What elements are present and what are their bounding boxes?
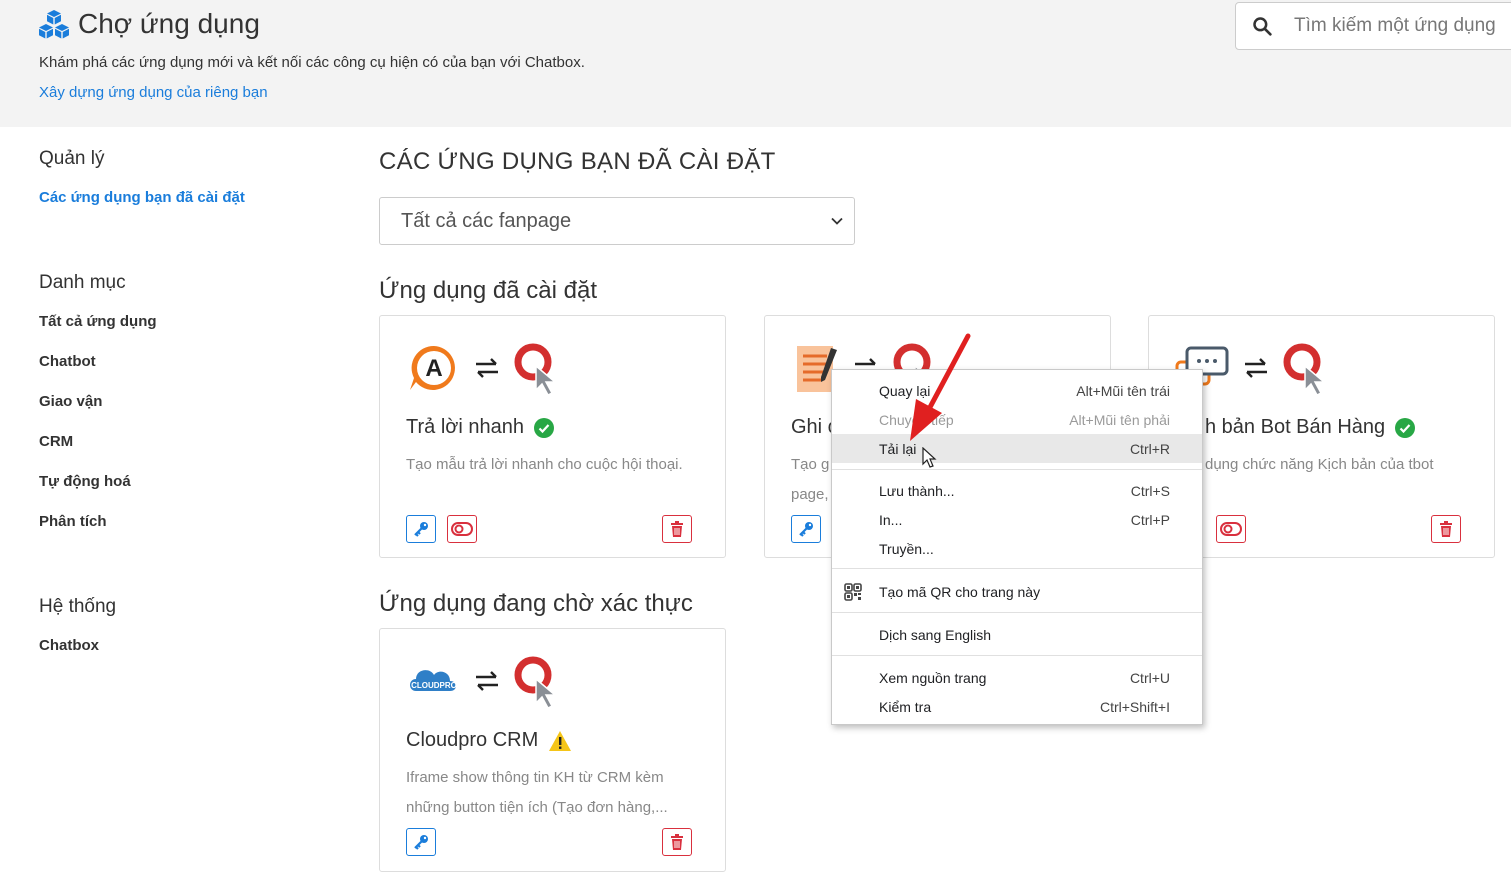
menu-item-translate[interactable]: Dịch sang English xyxy=(832,620,1202,649)
search-input[interactable] xyxy=(1294,15,1511,37)
sidebar-item-installed-apps[interactable]: Các ứng dụng bạn đã cài đặt xyxy=(39,189,245,206)
toggle-button[interactable] xyxy=(1216,515,1246,543)
search-icon xyxy=(1253,17,1272,36)
warning-icon xyxy=(549,730,572,751)
sidebar-heading-manage: Quản lý xyxy=(39,148,105,169)
check-circle-icon xyxy=(534,417,554,438)
app-description: dụng chức năng Kịch bản của tbot xyxy=(1205,456,1434,473)
menu-separator xyxy=(832,469,1202,470)
menu-item-qr-code[interactable]: Tạo mã QR cho trang này xyxy=(832,577,1202,606)
page-subtitle: Khám phá các ứng dụng mới và kết nối các… xyxy=(39,54,585,71)
check-circle-icon xyxy=(1395,417,1416,438)
sidebar-item-chatbox[interactable]: Chatbox xyxy=(39,637,99,654)
mouse-cursor-icon xyxy=(922,447,937,468)
menu-item-reload[interactable]: Tải lại Ctrl+R xyxy=(832,434,1202,463)
trash-icon xyxy=(671,834,683,850)
toggle-icon xyxy=(1220,522,1242,536)
toggle-icon xyxy=(451,522,473,536)
installed-apps-heading: Ứng dụng đã cài đặt xyxy=(379,277,597,304)
trash-icon xyxy=(671,521,683,537)
key-icon xyxy=(799,522,813,537)
fanpage-select[interactable]: Tất cả các fanpage xyxy=(379,197,855,245)
sidebar-item-crm[interactable]: CRM xyxy=(39,433,73,450)
app-name: Trả lời nhanh xyxy=(406,416,524,438)
browser-context-menu: Quay lại Alt+Mũi tên trái Chuyển tiếp Al… xyxy=(831,369,1203,725)
api-key-button[interactable] xyxy=(406,828,436,856)
app-description-line-2: những button tiện ích (Tạo đơn hàng,... xyxy=(406,799,668,816)
cubes-icon xyxy=(39,10,69,39)
app-description: Tạo mẫu trả lời nhanh cho cuộc hội thoại… xyxy=(406,456,683,473)
app-card[interactable]: A Trả lời nhanh Tạo mẫu trả lời nhanh ch… xyxy=(379,315,726,558)
key-icon xyxy=(414,835,428,850)
quick-reply-icon: A xyxy=(410,345,455,390)
chatbox-logo-icon xyxy=(514,656,558,709)
sidebar-item-automation[interactable]: Tự động hoá xyxy=(39,473,131,490)
sidebar-item-shipping[interactable]: Giao vận xyxy=(39,393,102,410)
menu-item-view-source[interactable]: Xem nguồn trang Ctrl+U xyxy=(832,663,1202,692)
menu-item-cast[interactable]: Truyền... xyxy=(832,534,1202,563)
api-key-button[interactable] xyxy=(791,515,821,543)
delete-button[interactable] xyxy=(662,515,692,543)
api-key-button[interactable] xyxy=(406,515,436,543)
app-search-box[interactable] xyxy=(1235,2,1511,50)
app-description-line-1: Iframe show thông tin KH từ CRM kèm xyxy=(406,769,664,786)
swap-arrows-icon xyxy=(476,671,498,691)
page-title: Chợ ứng dụng xyxy=(78,8,260,39)
swap-arrows-icon xyxy=(1245,358,1267,378)
app-name: Cloudpro CRM xyxy=(406,729,539,751)
delete-button[interactable] xyxy=(662,828,692,856)
chevron-down-icon xyxy=(831,217,843,225)
sidebar-heading-categories: Danh mục xyxy=(39,272,126,293)
sidebar-item-analytics[interactable]: Phân tích xyxy=(39,513,107,530)
menu-item-print[interactable]: In... Ctrl+P xyxy=(832,505,1202,534)
fanpage-select-value: Tất cả các fanpage xyxy=(401,209,572,232)
delete-button[interactable] xyxy=(1431,515,1461,543)
menu-separator xyxy=(832,655,1202,656)
swap-arrows-icon xyxy=(476,358,498,378)
sidebar-item-chatbot[interactable]: Chatbot xyxy=(39,353,96,370)
menu-item-forward[interactable]: Chuyển tiếp Alt+Mũi tên phải xyxy=(832,405,1202,434)
section-title: CÁC ỨNG DỤNG BẠN ĐÃ CÀI ĐẶT xyxy=(379,148,776,175)
app-name: h bản Bot Bán Hàng xyxy=(1205,416,1386,438)
sidebar-item-all-apps[interactable]: Tất cả ứng dụng xyxy=(39,313,157,330)
annotation-arrow-icon xyxy=(910,333,971,441)
chatbox-logo-icon xyxy=(1283,343,1327,396)
menu-item-inspect[interactable]: Kiểm tra Ctrl+Shift+I xyxy=(832,692,1202,721)
build-own-app-link[interactable]: Xây dựng ứng dụng của riêng bạn xyxy=(39,84,268,101)
app-card[interactable]: CLOUDPRO Cloudpro CRM Iframe show thông … xyxy=(379,628,726,872)
trash-icon xyxy=(1440,521,1452,537)
svg-text:CLOUDPRO: CLOUDPRO xyxy=(411,681,457,690)
chatbox-logo-icon xyxy=(514,343,558,396)
page-header: Chợ ứng dụng Khám phá các ứng dụng mới v… xyxy=(0,0,1511,127)
svg-text:A: A xyxy=(425,355,442,382)
menu-item-save-as[interactable]: Lưu thành... Ctrl+S xyxy=(832,476,1202,505)
menu-separator xyxy=(832,568,1202,569)
menu-separator xyxy=(832,612,1202,613)
brand: Chợ ứng dụng xyxy=(38,8,260,40)
key-icon xyxy=(414,522,428,537)
toggle-button[interactable] xyxy=(447,515,477,543)
sidebar-heading-system: Hệ thống xyxy=(39,596,117,617)
qr-code-icon xyxy=(844,583,862,601)
pending-apps-heading: Ứng dụng đang chờ xác thực xyxy=(379,590,693,617)
menu-item-back[interactable]: Quay lại Alt+Mũi tên trái xyxy=(832,376,1202,405)
cloudpro-logo-icon: CLOUDPRO xyxy=(410,670,457,691)
